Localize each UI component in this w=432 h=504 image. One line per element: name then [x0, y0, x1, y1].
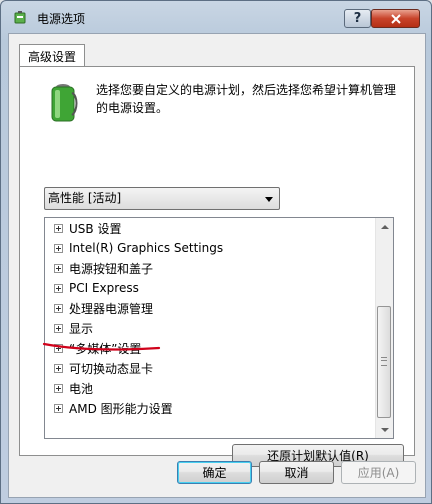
- ok-label: 确定: [202, 466, 227, 480]
- tree-item-amd-graphics[interactable]: AMD 图形能力设置: [45, 398, 375, 418]
- tree-scrollbar[interactable]: [375, 218, 393, 438]
- tree-item-switchable-graphics[interactable]: 可切换动态显卡: [45, 358, 375, 378]
- tree-item-label: PCI Express: [69, 281, 139, 295]
- expand-plus-icon[interactable]: [54, 403, 63, 413]
- scroll-up-button[interactable]: [376, 218, 393, 235]
- chevron-down-icon: [265, 197, 273, 202]
- power-options-icon: [14, 11, 26, 24]
- advanced-settings-panel: 选择您要自定义的电源计划，然后选择您希望计算机管理的电源设置。 高性能 [活动]…: [19, 66, 415, 467]
- window-title: 电源选项: [37, 12, 86, 26]
- power-plan-value: 高性能 [活动]: [48, 191, 122, 205]
- grip-icon: [381, 357, 387, 366]
- tree-item-label: 电源按钮和盖子: [69, 261, 154, 276]
- battery-icon: [51, 84, 78, 122]
- expand-plus-icon[interactable]: [54, 243, 63, 253]
- tree-item-intel-graphics[interactable]: Intel(R) Graphics Settings: [45, 238, 375, 258]
- tree-item-label: 处理器电源管理: [69, 301, 154, 316]
- tab-advanced-settings[interactable]: 高级设置: [19, 44, 85, 67]
- arrow-up-icon: [380, 224, 389, 229]
- title-bar[interactable]: 电源选项 ?: [1, 1, 431, 33]
- dialog-client-area: 高级设置 选择您要自定义的电源计划，然后选择您希望计算机管理的电源设置。 高性能…: [8, 33, 426, 498]
- scroll-down-button[interactable]: [376, 421, 393, 438]
- expand-plus-icon[interactable]: [54, 263, 63, 273]
- expand-plus-icon[interactable]: [54, 363, 63, 373]
- tab-label: 高级设置: [27, 49, 76, 64]
- tree-item-battery[interactable]: 电池: [45, 378, 375, 398]
- tree-item-power-buttons[interactable]: 电源按钮和盖子: [45, 258, 375, 278]
- tree-item-processor-power[interactable]: 处理器电源管理: [45, 298, 375, 318]
- apply-button[interactable]: 应用(A): [341, 461, 416, 484]
- ok-button[interactable]: 确定: [177, 461, 252, 484]
- tree-item-label: 显示: [69, 321, 94, 336]
- tree-item-pci-express[interactable]: PCI Express: [45, 278, 375, 298]
- tree-item-usb[interactable]: USB 设置: [45, 218, 375, 238]
- expand-plus-icon[interactable]: [54, 303, 63, 313]
- expand-plus-icon[interactable]: [54, 383, 63, 393]
- tree-item-label: 可切换动态显卡: [69, 361, 154, 376]
- power-options-window: 电源选项 ? 高级设置 选择您要自定义的电源计划，然后选择您希望计算机管理的电源…: [0, 0, 432, 504]
- cancel-label: 取消: [284, 466, 309, 480]
- red-underline-annotation: [42, 342, 161, 351]
- tree-item-display[interactable]: 显示: [45, 318, 375, 338]
- scroll-thumb[interactable]: [377, 306, 391, 418]
- tree-item-label: 电池: [69, 381, 94, 396]
- expand-plus-icon[interactable]: [54, 223, 63, 233]
- tree-item-label: Intel(R) Graphics Settings: [69, 241, 224, 255]
- power-plan-select[interactable]: 高性能 [活动]: [44, 187, 280, 210]
- cancel-button[interactable]: 取消: [259, 461, 334, 484]
- expand-plus-icon[interactable]: [54, 323, 63, 333]
- tree-item-label: AMD 图形能力设置: [69, 401, 173, 416]
- help-button[interactable]: ?: [344, 9, 371, 28]
- plan-description: 选择您要自定义的电源计划，然后选择您希望计算机管理的电源设置。: [96, 83, 397, 115]
- close-icon: [390, 13, 401, 24]
- arrow-down-icon: [380, 427, 389, 432]
- apply-label: 应用(A): [357, 466, 400, 480]
- help-icon: ?: [353, 11, 362, 26]
- tree-item-label: USB 设置: [69, 221, 122, 236]
- expand-plus-icon[interactable]: [54, 283, 63, 293]
- settings-tree[interactable]: USB 设置 Intel(R) Graphics Settings 电源按钮和盖…: [44, 217, 394, 439]
- close-button[interactable]: [371, 9, 420, 28]
